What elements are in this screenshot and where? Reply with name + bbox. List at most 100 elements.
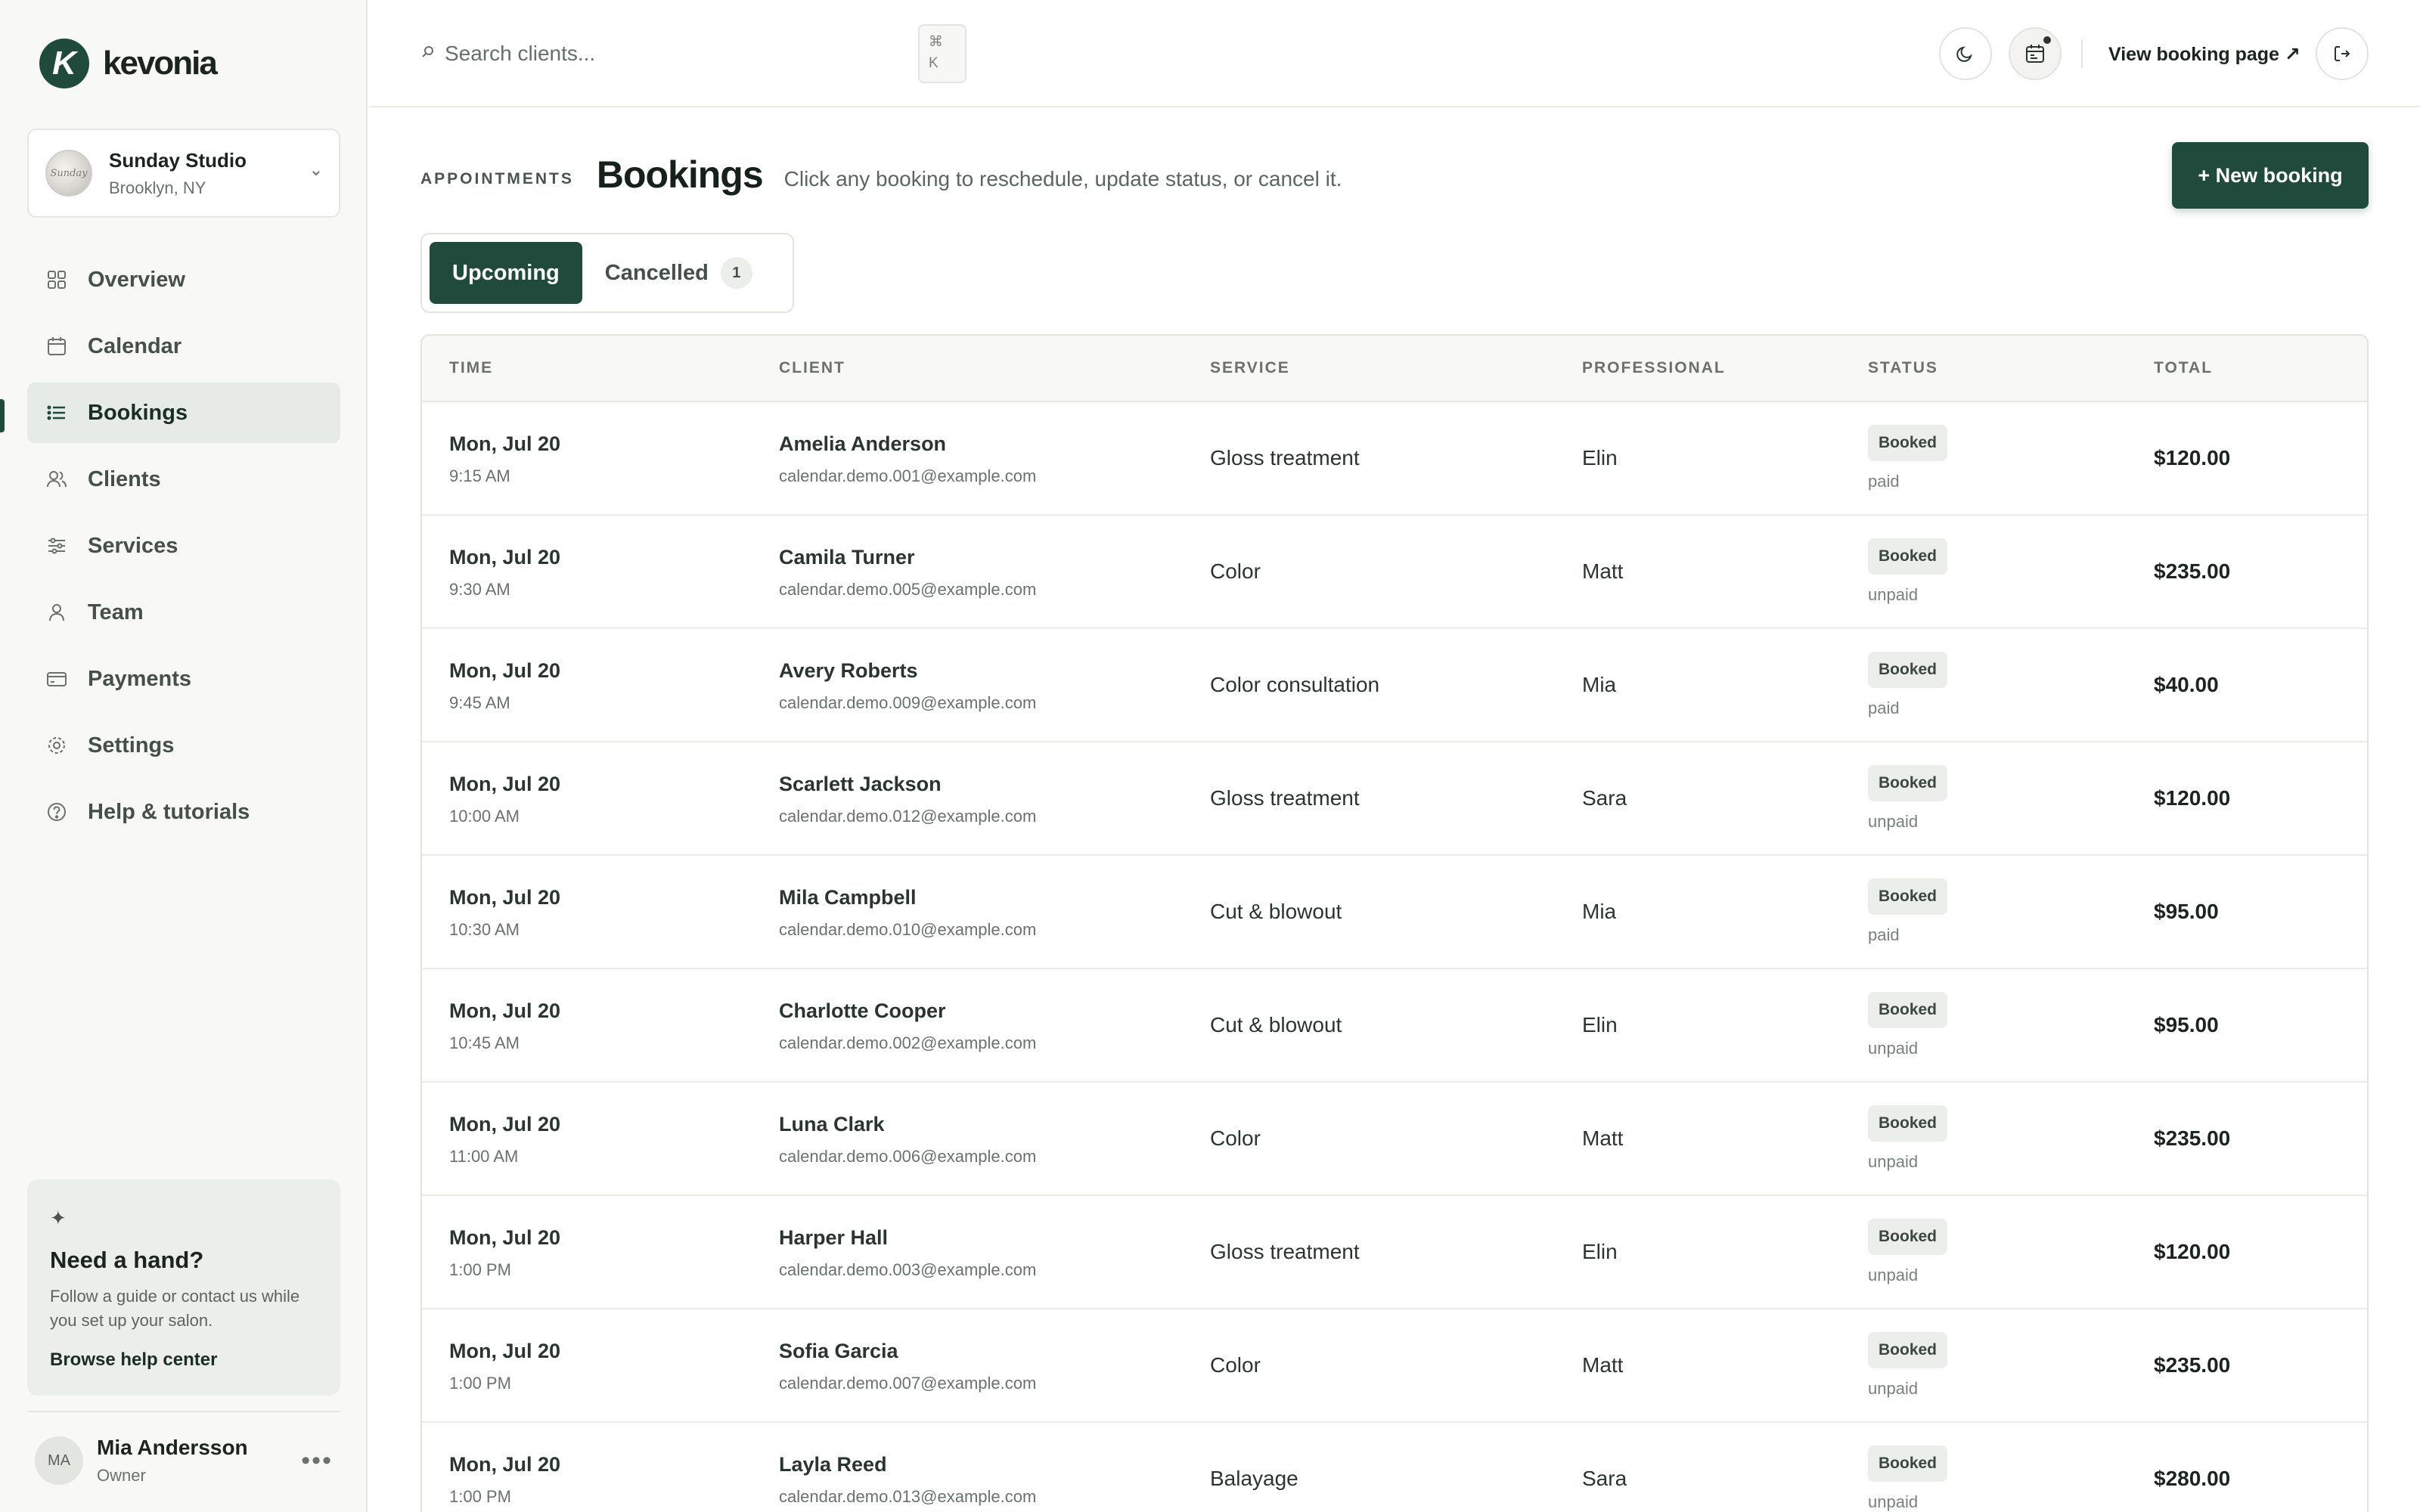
user-info: Mia Andersson Owner: [97, 1436, 301, 1486]
table-row[interactable]: Mon, Jul 20 10:45 AM Charlotte Cooper ca…: [422, 969, 2367, 1083]
booking-total: $120.00: [2154, 1240, 2231, 1263]
cell-status: Booked paid: [1868, 652, 1948, 718]
booking-time: 9:30 AM: [449, 580, 510, 599]
cell-client: Luna Clark calendar.demo.006@example.com: [779, 1113, 1036, 1167]
sidebar-item-calendar[interactable]: Calendar: [27, 316, 340, 376]
sidebar-item-services[interactable]: Services: [27, 516, 340, 576]
page-subtitle: Click any booking to reschedule, update …: [783, 167, 1342, 191]
sidebar-item-payments[interactable]: Payments: [27, 649, 340, 709]
client-email: calendar.demo.006@example.com: [779, 1147, 1037, 1166]
status-badge: Booked: [1868, 1445, 1948, 1482]
sidebar-item-label: Team: [88, 600, 144, 624]
logout-button[interactable]: [2316, 27, 2369, 80]
cell-time: Mon, Jul 20 1:00 PM: [449, 1453, 560, 1507]
booking-date: Mon, Jul 20: [449, 773, 561, 795]
status-badge: Booked: [1868, 538, 1948, 575]
cell-professional: Sara: [1582, 1467, 1627, 1491]
cell-service: Gloss treatment: [1210, 446, 1360, 470]
cell-client: Sofia Garcia calendar.demo.007@example.c…: [779, 1340, 1036, 1393]
sidebar-item-label: Clients: [88, 466, 161, 491]
table-row[interactable]: Mon, Jul 20 9:30 AM Camila Turner calend…: [422, 516, 2367, 629]
tab-upcoming[interactable]: Upcoming: [430, 242, 582, 304]
service-name: Color consultation: [1210, 673, 1380, 696]
booking-date: Mon, Jul 20: [449, 1113, 561, 1136]
command-key-icon: ⌘: [929, 34, 943, 50]
table-row[interactable]: Mon, Jul 20 1:00 PM Harper Hall calendar…: [422, 1196, 2367, 1309]
tab-cancelled[interactable]: Cancelled 1: [582, 242, 775, 304]
help-icon: [45, 801, 68, 823]
search-input[interactable]: [445, 32, 898, 76]
calendar-icon: [45, 335, 68, 358]
card-icon: [45, 668, 68, 690]
new-booking-button[interactable]: + New booking: [2172, 142, 2369, 209]
booking-total: $235.00: [2154, 1126, 2231, 1150]
tab-count-badge: 1: [720, 257, 752, 289]
moon-icon: [1954, 42, 1977, 65]
booking-date: Mon, Jul 20: [449, 1340, 561, 1362]
payment-status: unpaid: [1868, 585, 1919, 604]
more-options-icon[interactable]: •••: [301, 1446, 333, 1476]
column-header-status: STATUS: [1868, 359, 1938, 376]
booking-date: Mon, Jul 20: [449, 999, 561, 1022]
cell-total: $120.00: [2154, 446, 2230, 470]
view-booking-page-link[interactable]: View booking page ↗: [2108, 39, 2301, 70]
status-badge: Booked: [1868, 652, 1948, 688]
calendar-button[interactable]: [2009, 27, 2062, 80]
professional-name: Matt: [1582, 559, 1624, 583]
brand-logo[interactable]: K kevonia: [39, 38, 218, 89]
table-row[interactable]: Mon, Jul 20 10:00 AM Scarlett Jackson ca…: [422, 742, 2367, 856]
status-badge: Booked: [1868, 1332, 1948, 1368]
user-profile[interactable]: MA Mia Andersson Owner •••: [27, 1411, 340, 1509]
tab-label: Cancelled: [604, 260, 709, 285]
user-name: Mia Andersson: [97, 1436, 248, 1459]
payment-status: unpaid: [1868, 1152, 1919, 1171]
professional-name: Mia: [1582, 673, 1617, 696]
page-eyebrow: APPOINTMENTS: [420, 170, 574, 187]
active-nav-indicator: [0, 399, 5, 432]
table-row[interactable]: Mon, Jul 20 9:15 AM Amelia Anderson cale…: [422, 402, 2367, 516]
sidebar-item-bookings[interactable]: Bookings: [27, 383, 340, 443]
client-name: Sofia Garcia: [779, 1340, 898, 1362]
search-icon: [419, 42, 439, 62]
table-row[interactable]: Mon, Jul 20 9:45 AM Avery Roberts calend…: [422, 629, 2367, 742]
client-email: calendar.demo.010@example.com: [779, 920, 1037, 939]
studio-switcher[interactable]: Sunday Sunday Studio Brooklyn, NY: [27, 129, 340, 218]
cell-status: Booked unpaid: [1868, 1332, 1948, 1399]
column-header-professional: PROFESSIONAL: [1582, 359, 1726, 376]
sidebar-item-help[interactable]: Help & tutorials: [27, 782, 340, 842]
cell-client: Charlotte Cooper calendar.demo.002@examp…: [779, 999, 1036, 1053]
logout-icon: [2332, 43, 2353, 64]
cell-total: $120.00: [2154, 1240, 2230, 1264]
table-row[interactable]: Mon, Jul 20 10:30 AM Mila Campbell calen…: [422, 856, 2367, 969]
studio-name: Sunday Studio: [109, 148, 247, 172]
table-row[interactable]: Mon, Jul 20 11:00 AM Luna Clark calendar…: [422, 1083, 2367, 1196]
booking-time: 10:30 AM: [449, 920, 520, 939]
client-email: calendar.demo.012@example.com: [779, 807, 1037, 826]
table-row[interactable]: Mon, Jul 20 1:00 PM Layla Reed calendar.…: [422, 1423, 2367, 1512]
status-badge: Booked: [1868, 1105, 1948, 1142]
dark-mode-toggle[interactable]: [1939, 27, 1992, 80]
sidebar-item-label: Settings: [88, 733, 175, 758]
professional-name: Elin: [1582, 1240, 1618, 1263]
sidebar-item-team[interactable]: Team: [27, 582, 340, 643]
booking-total: $120.00: [2154, 786, 2231, 810]
sidebar-item-overview[interactable]: Overview: [27, 249, 340, 310]
status-badge: Booked: [1868, 992, 1948, 1028]
chevron-down-icon: [310, 167, 322, 179]
table-row[interactable]: Mon, Jul 20 1:00 PM Sofia Garcia calenda…: [422, 1309, 2367, 1423]
sidebar-item-clients[interactable]: Clients: [27, 449, 340, 510]
sidebar-item-settings[interactable]: Settings: [27, 715, 340, 776]
service-name: Gloss treatment: [1210, 446, 1360, 469]
column-header-client: CLIENT: [779, 359, 845, 376]
cell-total: $40.00: [2154, 673, 2219, 697]
client-email: calendar.demo.001@example.com: [779, 466, 1037, 485]
client-email: calendar.demo.005@example.com: [779, 580, 1037, 599]
users-icon: [45, 468, 68, 491]
service-name: Gloss treatment: [1210, 1240, 1360, 1263]
sidebar-nav: Overview Calendar Bookings Clients Servi…: [27, 249, 340, 848]
toolbar-divider: [2081, 39, 2083, 68]
browse-help-center-link[interactable]: Browse help center: [50, 1349, 217, 1371]
gear-icon: [45, 734, 68, 757]
payment-status: paid: [1868, 472, 1900, 491]
client-email: calendar.demo.013@example.com: [779, 1487, 1037, 1506]
